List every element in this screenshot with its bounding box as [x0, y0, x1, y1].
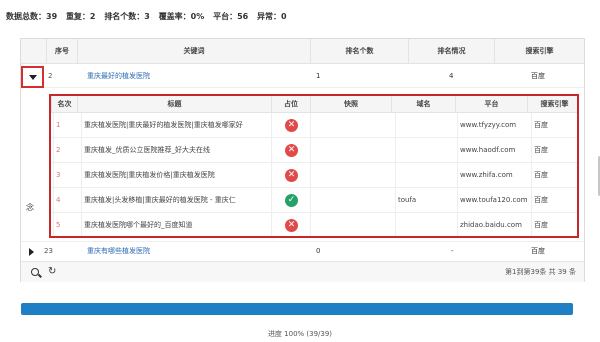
detail-rank: 1 [53, 113, 75, 138]
col-header-index: 序号 [46, 39, 77, 64]
detail-status: ✕ [271, 213, 310, 236]
stat-coverage: 覆盖率：0% [158, 12, 205, 21]
detail-domain [395, 113, 455, 138]
detail-row[interactable]: 5 重庆植发医院哪个最好的_百度知道 ✕ zhidao.baidu.com 百度 [51, 213, 577, 236]
row-index: 2 [48, 72, 53, 80]
row-keyword-link[interactable]: 重庆有哪些植发医院 [87, 242, 150, 261]
detail-platform: www.toufa120.com [457, 188, 527, 213]
detail-col-status: 占位 [271, 96, 310, 113]
close-icon: ✕ [285, 169, 298, 182]
close-icon: ✕ [285, 144, 298, 157]
detail-status: ✕ [271, 163, 310, 188]
detail-title: 重庆植发医院|重庆植发价格|重庆植发医院 [81, 163, 269, 188]
col-header-engine: 搜索引擎 [494, 39, 584, 64]
detail-platform: www.tfyzyy.com [457, 113, 527, 138]
detail-rank: 2 [53, 138, 75, 163]
detail-platform: zhidao.baidu.com [457, 213, 527, 236]
detail-status: ✕ [271, 113, 310, 138]
table-row[interactable]: 23 重庆有哪些植发医院 0 - 百度 [21, 241, 584, 260]
col-header-keyword: 关键词 [77, 39, 310, 64]
detail-title: 重庆植发|头发移植|重庆最好的植发医院 - 重庆仁 [81, 188, 269, 213]
progress-label: 进度 100% (39/39) [267, 330, 333, 338]
caret-right-icon[interactable] [29, 248, 34, 256]
close-icon: ✕ [285, 119, 298, 132]
table-header: 序号 关键词 排名个数 排名情况 搜索引擎 [21, 39, 584, 64]
detail-col-domain: 域名 [391, 96, 455, 113]
side-label: 念 [26, 203, 34, 212]
row-rank-status: - [451, 247, 454, 255]
detail-row[interactable]: 4 重庆植发|头发移植|重庆最好的植发医院 - 重庆仁 ✓ toufa www.touf… [51, 188, 577, 213]
pagination-info: 第1到第39条 共 39 条 [505, 268, 576, 276]
detail-col-rank: 名次 [51, 96, 77, 113]
progress-bar [21, 303, 573, 315]
stats-bar: 数据总数：39 重复：2 排名个数：3 覆盖率：0% 平台：56 异常：0 [6, 11, 293, 22]
row-index: 23 [44, 247, 53, 255]
results-panel: 序号 关键词 排名个数 排名情况 搜索引擎 2 重庆最好的植发医院 1 4 百度… [20, 38, 600, 282]
row-rank-count: 1 [316, 72, 321, 80]
row-rank-count: 0 [316, 247, 321, 255]
detail-title: 重庆植发医院哪个最好的_百度知道 [81, 213, 269, 236]
row-engine: 百度 [531, 72, 545, 80]
stat-rank-count: 排名个数：3 [104, 12, 150, 21]
detail-engine: 百度 [531, 163, 577, 188]
detail-col-platform: 平台 [455, 96, 527, 113]
row-rank-status: 4 [449, 72, 454, 80]
detail-status: ✕ [271, 138, 310, 163]
detail-rank: 3 [53, 163, 75, 188]
table-footer: ↻ 第1到第39条 共 39 条 [21, 261, 584, 282]
detail-domain [395, 138, 455, 163]
detail-title: 重庆植发医院|重庆最好的植发医院|重庆植发哪家好 [81, 113, 269, 138]
caret-down-icon [29, 75, 37, 80]
refresh-icon[interactable]: ↻ [48, 266, 56, 277]
check-icon: ✓ [285, 194, 298, 207]
stat-total: 数据总数：39 [6, 12, 58, 21]
detail-status: ✓ [271, 188, 310, 213]
detail-engine: 百度 [531, 213, 577, 236]
col-header-rank-count: 排名个数 [310, 39, 408, 64]
stat-error: 异常：0 [257, 12, 287, 21]
progress-fill [21, 303, 573, 315]
table-row[interactable]: 2 重庆最好的植发医院 1 4 百度 [21, 64, 584, 88]
detail-platform: www.haodf.com [457, 138, 527, 163]
detail-row[interactable]: 1 重庆植发医院|重庆最好的植发医院|重庆植发哪家好 ✕ www.tfyzyy.com… [51, 113, 577, 138]
detail-engine: 百度 [531, 138, 577, 163]
detail-snapshot [310, 188, 391, 213]
row-engine: 百度 [531, 247, 545, 255]
detail-platform: www.zhifa.com [457, 163, 527, 188]
detail-col-title: 标题 [77, 96, 271, 113]
stat-dup: 重复：2 [65, 12, 96, 21]
detail-snapshot [310, 163, 391, 188]
stat-platform: 平台：56 [213, 12, 249, 21]
col-header-rank-status: 排名情况 [408, 39, 494, 64]
detail-snapshot [310, 113, 391, 138]
detail-col-snapshot: 快照 [310, 96, 391, 113]
detail-domain [395, 213, 455, 236]
detail-header: 名次 标题 占位 快照 域名 平台 搜索引擎 [51, 96, 577, 113]
detail-snapshot [310, 213, 391, 236]
detail-row[interactable]: 3 重庆植发医院|重庆植发价格|重庆植发医院 ✕ www.zhifa.com 百度 [51, 163, 577, 188]
detail-rank: 4 [53, 188, 75, 213]
detail-engine: 百度 [531, 113, 577, 138]
detail-table: 名次 标题 占位 快照 域名 平台 搜索引擎 1 重庆植发医院|重庆最好的植发医院… [49, 94, 579, 238]
detail-domain [395, 163, 455, 188]
detail-domain: toufa [395, 188, 455, 213]
detail-title: 重庆植发_优质公立医院推荐_好大夫在线 [81, 138, 269, 163]
close-icon: ✕ [285, 219, 298, 232]
row-keyword-link[interactable]: 重庆最好的植发医院 [87, 64, 150, 88]
search-icon[interactable] [31, 268, 39, 276]
detail-row[interactable]: 2 重庆植发_优质公立医院推荐_好大夫在线 ✕ www.haodf.com 百度 [51, 138, 577, 163]
detail-engine: 百度 [531, 188, 577, 213]
detail-rank: 5 [53, 213, 75, 236]
detail-col-engine: 搜索引擎 [527, 96, 577, 113]
detail-snapshot [310, 138, 391, 163]
expand-row-button[interactable] [21, 66, 44, 88]
